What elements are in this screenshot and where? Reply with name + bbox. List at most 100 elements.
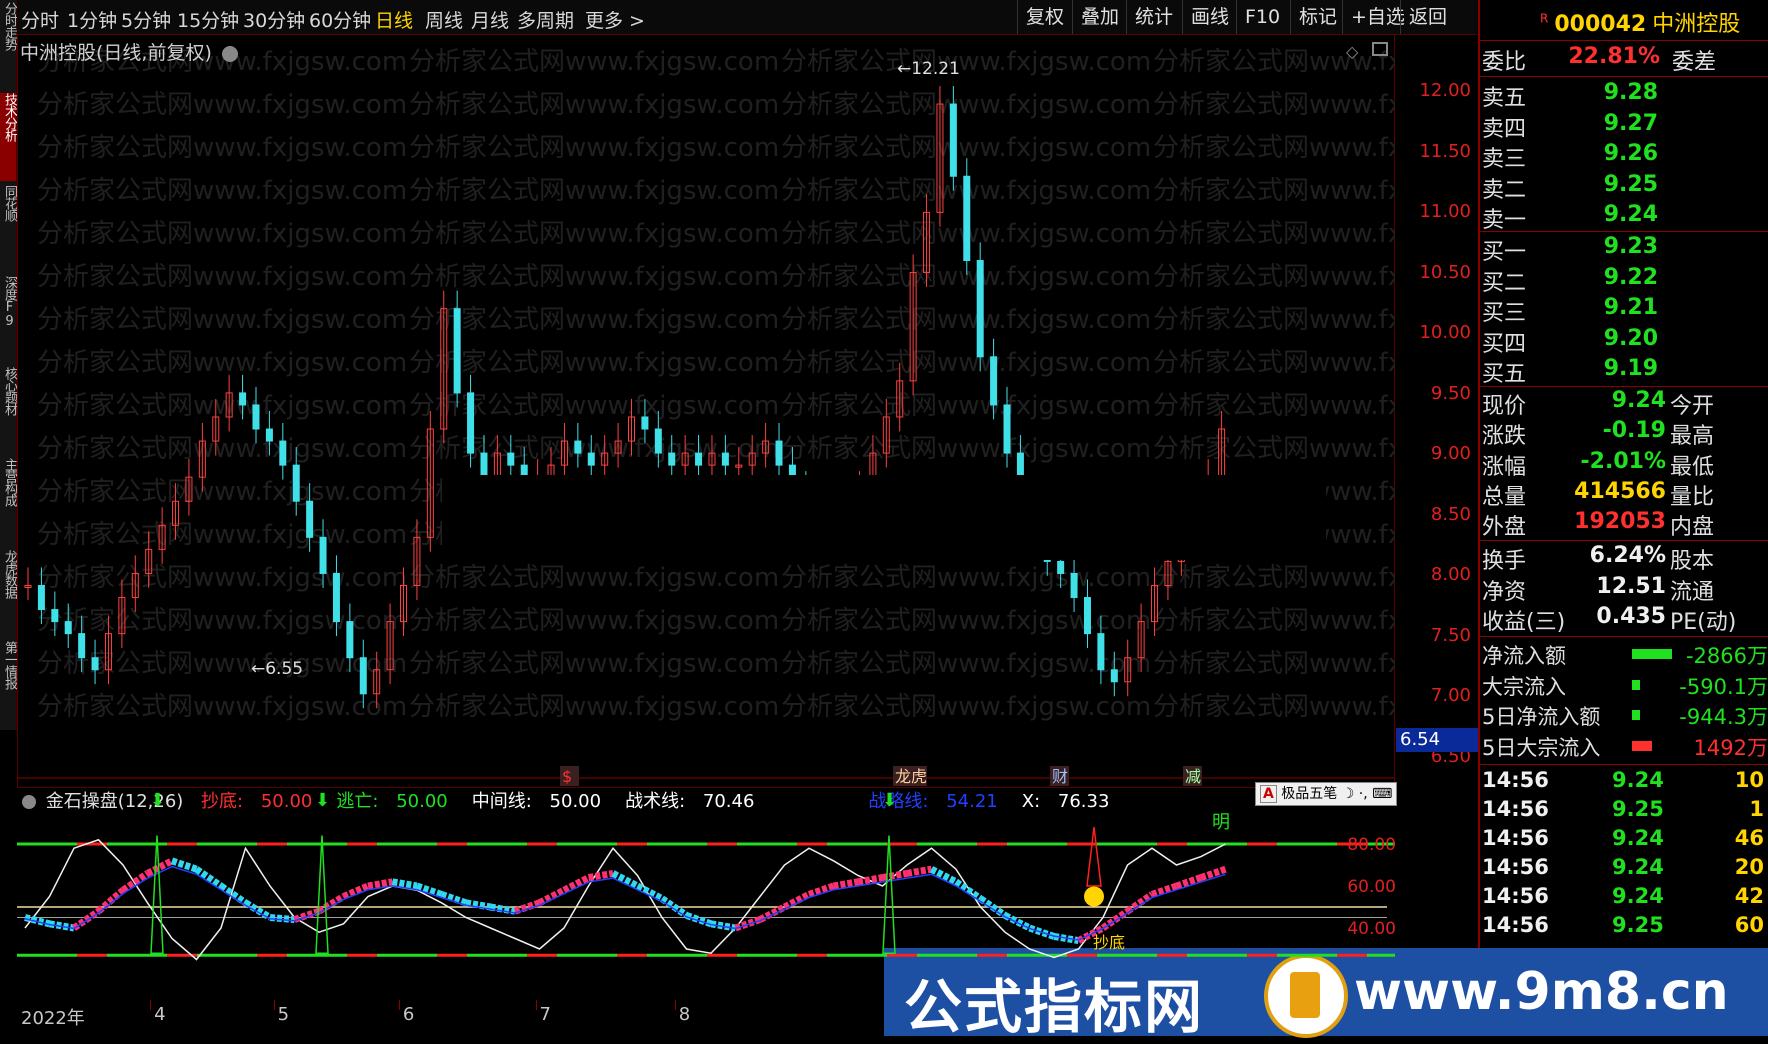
dropdown-circle-icon[interactable] [221,45,238,62]
candle-body [78,633,86,659]
sell-row[interactable]: 卖二 9.25 [1482,172,1768,203]
chart-title-text: 中洲控股(日线,前复权) [20,42,212,64]
watermark-text: 分析家公式网www.fxjgsw.com [37,477,407,507]
fundamental-row: 收益(三) 0.435 PE(动) [1482,604,1768,635]
banner-url: www.9m8.cn [1354,962,1729,1022]
flow-bar [1632,679,1640,690]
toolbar-button-3[interactable]: 画线 [1182,0,1237,34]
left-tab-0[interactable]: 分时走势 [0,2,17,89]
watermark-text: 分析家公式网www.fxjgsw.com [1153,47,1395,77]
candle-body [1097,633,1105,671]
period-tab-7[interactable]: 周线 [425,6,463,33]
left-tab-6[interactable]: 龙虎数据 [0,550,17,637]
period-tab-6[interactable]: 日线 [375,6,413,33]
escape-signal [315,835,329,954]
candle-body [359,657,367,695]
tick-row: 14:56 9.25 60 [1482,913,1768,943]
watermark-text: 分析家公式网www.fxjgsw.com [781,348,1151,378]
price-axis-label: 7.00 [1430,685,1471,706]
buy-row[interactable]: 买二 9.22 [1482,265,1768,296]
watermark-text: 分析家公式网www.fxjgsw.com [1153,649,1395,679]
left-tab-4[interactable]: 核心题材 [0,367,17,454]
sell-label: 卖二 [1482,177,1527,203]
indicator-chart[interactable]: 80.00 60.00 40.00 ⬇ ⬇ ⬇ 明抄底 [17,788,1395,1003]
price-axis-label: 9.00 [1430,443,1471,464]
buy-row[interactable]: 买三 9.21 [1482,295,1768,326]
candle-body [239,392,247,406]
left-tab-5[interactable]: 主营构成 [0,458,17,545]
watermark-text: 分析家公式网www.fxjgsw.com [781,133,1151,163]
sell-row[interactable]: 卖五 9.28 [1482,80,1768,111]
period-tab-9[interactable]: 多周期 [517,6,574,33]
left-tab-7[interactable]: 第一情报 [0,641,17,728]
flow-label: 5日大宗流入 [1482,735,1601,760]
separator [1480,540,1768,541]
candle-body [279,440,287,466]
quote-panel: R 000042 中洲控股 委比 22.81% 委差 卖五 9.28 卖四 9.27 卖三 9.26 卖… [1478,0,1768,1036]
period-tab-2[interactable]: 5分钟 [121,6,171,33]
separator [1480,40,1768,41]
period-tab-4[interactable]: 30分钟 [243,6,305,33]
tactical-band-segment [1175,874,1203,890]
stat-label: 总量 [1482,484,1527,510]
indicator-axis-label: 40.00 [1347,919,1395,939]
period-tab-0[interactable]: 分时 [21,6,59,33]
toolbar-button-2[interactable]: 统计 [1126,0,1181,34]
sell-row[interactable]: 卖一 9.24 [1482,202,1768,233]
watermark-text: 分析家公式网www.fxjgsw.com [409,692,779,722]
period-tab-8[interactable]: 月线 [471,6,509,33]
left-tab-1[interactable]: 技术分析 [0,93,17,181]
separator [1480,76,1768,77]
buy-price: 9.19 [1603,356,1658,381]
flow-row: 5日大宗流入 1492万 [1482,732,1768,762]
price-axis: 12.00 11.50 11.00 10.50 10.00 9.50 9.00 8.50 8.0… [1395,34,1475,824]
period-tab-5[interactable]: 60分钟 [309,6,371,33]
tick-row: 14:56 9.25 1 [1482,797,1768,827]
buy-row[interactable]: 买四 9.20 [1482,326,1768,357]
sell-row[interactable]: 卖三 9.26 [1482,141,1768,172]
candle-body [641,416,649,430]
date-axis: 2022年 4 5 6 7 8 [17,1000,887,1034]
period-tab-10[interactable]: 更多 > [585,6,645,33]
toolbar-button-5[interactable]: 标记 [1290,0,1345,34]
watermark-text: 分析家公式网www.fxjgsw.com [1153,176,1395,206]
stat-label: 涨幅 [1482,454,1527,480]
layout-toggle-icon[interactable] [1372,42,1388,56]
buy-price: 9.21 [1603,295,1658,320]
candle-body [252,404,260,430]
candlestick-chart[interactable]: 分析家公式网www.fxjgsw.com 分析家公式网www.fxjgsw.com… [17,34,1395,788]
buy-row[interactable]: 买一 9.23 [1482,234,1768,265]
tick-price: 9.24 [1612,855,1664,879]
left-tab-3[interactable]: 深度F9 [0,276,17,363]
candle-body [1057,560,1065,574]
fundamental-value: 12.51 [1596,573,1666,599]
candle-body [64,621,72,635]
toolbar-button-0[interactable]: 复权 [1017,0,1072,34]
buy-label: 买四 [1482,331,1527,357]
left-tab-2[interactable]: 同花顺 [0,185,17,272]
tick-price: 9.24 [1612,884,1664,908]
code-prefix: R [1540,11,1549,26]
candle-body [963,175,971,262]
sell-row[interactable]: 卖四 9.27 [1482,111,1768,142]
price-axis-label: 10.00 [1419,322,1471,343]
tick-volume: 46 [1734,826,1764,850]
watermark-text: 分析家公式网www.fxjgsw.com [1153,692,1395,722]
period-tab-3[interactable]: 15分钟 [177,6,239,33]
buy-row[interactable]: 买五 9.19 [1482,356,1768,387]
stock-code: 000042 [1554,12,1647,37]
toolbar-button-7[interactable]: 返回 [1400,0,1455,34]
watermark-text: 分析家公式网www.fxjgsw.com [37,90,407,120]
stat-label: 涨跌 [1482,424,1527,450]
toolbar-button-1[interactable]: 叠加 [1072,0,1127,34]
tactical-band-segment [537,887,566,906]
watermark-text: 分析家公式网www.fxjgsw.com [37,692,407,722]
candle-body [695,452,703,466]
period-tab-1[interactable]: 1分钟 [67,6,117,33]
watermark-text: 分析家公式网www.fxjgsw.com [781,606,1151,636]
diamond-icon[interactable]: ◇ [1346,42,1358,61]
fundamental-label2: PE(动) [1670,610,1737,635]
tick-volume: 1 [1749,797,1764,821]
stat-value: -2.01% [1580,448,1666,474]
toolbar-button-4[interactable]: F10 [1236,0,1288,34]
